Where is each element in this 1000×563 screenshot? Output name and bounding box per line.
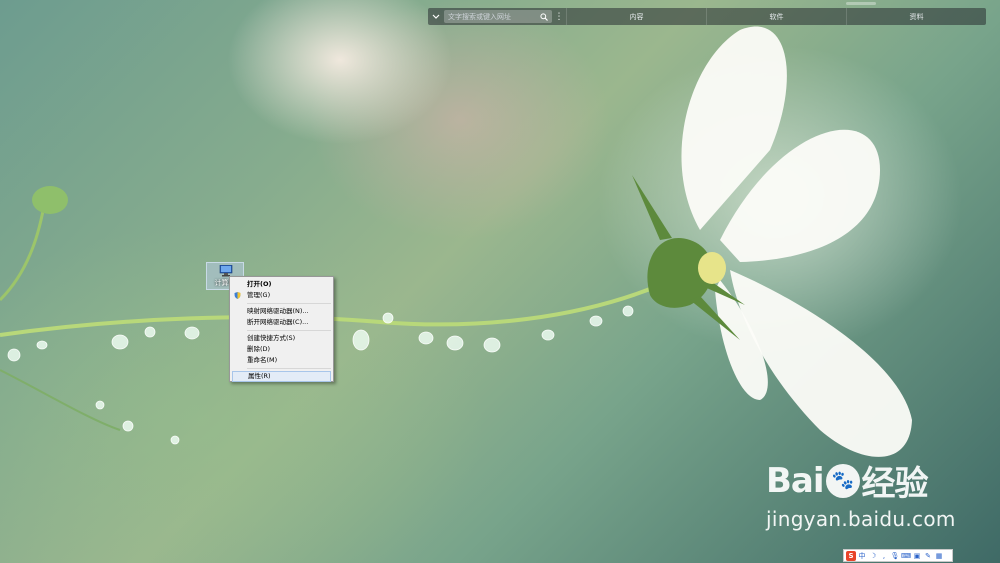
tab-resources[interactable]: 资料	[846, 8, 986, 25]
menu-item-rename[interactable]: 重命名(M)	[230, 355, 333, 366]
microphone-icon[interactable]: 🎙	[890, 551, 900, 561]
menu-separator	[247, 330, 331, 331]
tab-label: 资料	[909, 12, 924, 21]
menu-item-label: 打开(O)	[247, 280, 272, 288]
watermark-brand-left: Bai	[766, 460, 825, 501]
skin-icon[interactable]: ▣	[912, 551, 922, 561]
watermark-url: jingyan.baidu.com	[766, 507, 956, 531]
paw-icon: 🐾	[825, 463, 860, 498]
sogou-ime-icon[interactable]: S	[846, 550, 856, 561]
tab-label: 软件	[769, 12, 784, 21]
menu-item-map-drive[interactable]: 映射网络驱动器(N)...	[230, 306, 333, 317]
tools-icon[interactable]: ✎	[923, 551, 933, 561]
keyboard-icon[interactable]: ⌨	[901, 551, 911, 561]
menu-item-manage[interactable]: 管理(G)	[230, 290, 333, 301]
menu-item-properties[interactable]: 属性(R)	[232, 371, 331, 382]
menu-item-label: 属性(R)	[248, 372, 271, 380]
tab-software[interactable]: 软件	[706, 8, 846, 25]
menu-item-create-shortcut[interactable]: 创建快捷方式(S)	[230, 333, 333, 344]
ime-mode-chinese[interactable]: 中	[857, 551, 867, 561]
tab-content[interactable]: 内容	[566, 8, 706, 25]
menu-item-label: 创建快捷方式(S)	[247, 334, 296, 342]
menu-item-label: 断开网络驱动器(C)...	[247, 318, 309, 326]
menu-item-label: 重命名(M)	[247, 356, 278, 364]
menu-separator	[247, 368, 331, 369]
search-placeholder: 文字搜索或键入网址	[448, 12, 511, 21]
more-menu-icon[interactable]: ⋮	[552, 12, 566, 22]
shield-icon	[234, 292, 241, 299]
search-input[interactable]: 文字搜索或键入网址	[444, 10, 552, 23]
tab-label: 内容	[629, 12, 644, 21]
menu-item-label: 删除(D)	[247, 345, 271, 353]
dropdown-button[interactable]	[428, 8, 444, 25]
top-toolbar: 文字搜索或键入网址 ⋮ 内容 软件 资料	[428, 8, 986, 25]
menu-item-open[interactable]: 打开(O)	[230, 279, 333, 290]
baidu-jingyan-watermark: Bai 🐾 经验 jingyan.baidu.com	[766, 456, 956, 532]
ime-toolbar: S 中 ☽ , 🎙 ⌨ ▣ ✎ ▦	[843, 549, 953, 562]
apps-grid-icon[interactable]: ▦	[934, 551, 944, 561]
moon-punctuation-icon[interactable]: ☽	[868, 551, 878, 561]
context-menu: 打开(O) 管理(G) 映射网络驱动器(N)... 断开网络驱动器(C)... …	[229, 276, 334, 382]
menu-separator	[247, 303, 331, 304]
menu-item-delete[interactable]: 删除(D)	[230, 344, 333, 355]
top-scroll-indicator	[846, 2, 876, 5]
watermark-brand-right: 经验	[861, 464, 929, 504]
menu-item-label: 管理(G)	[247, 291, 271, 299]
menu-item-label: 映射网络驱动器(N)...	[247, 307, 309, 315]
chevron-down-icon	[432, 14, 440, 19]
menu-item-disconnect-drive[interactable]: 断开网络驱动器(C)...	[230, 317, 333, 328]
watermark-brand: Bai 🐾 经验	[766, 456, 956, 505]
comma-punctuation-icon[interactable]: ,	[879, 551, 889, 561]
search-icon[interactable]	[540, 12, 548, 21]
